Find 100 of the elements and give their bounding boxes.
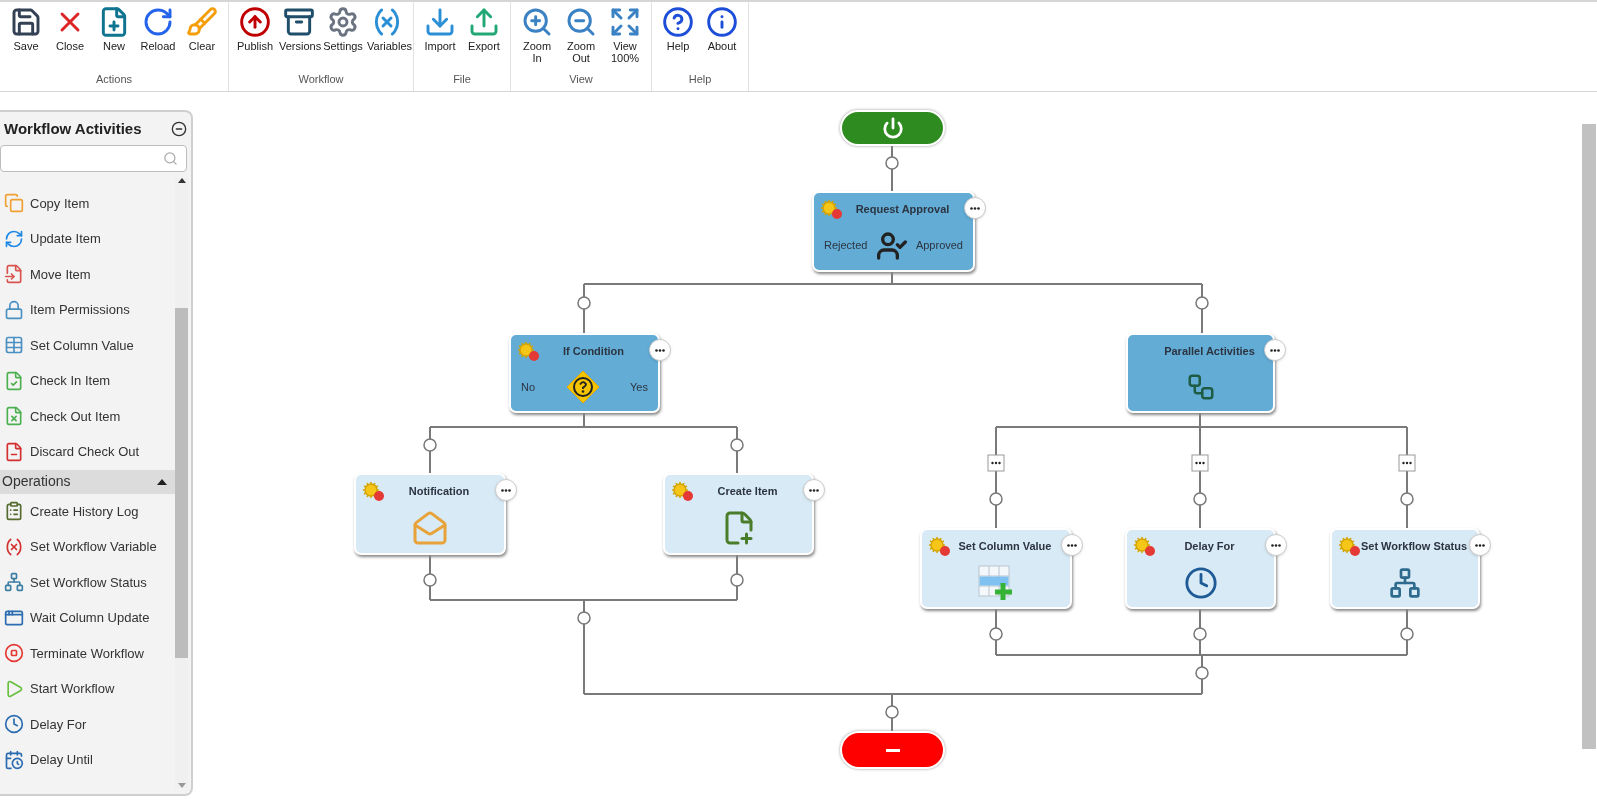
toolbar-button[interactable]: Reload xyxy=(136,6,180,52)
toolbar-button[interactable]: Publish xyxy=(233,6,277,52)
connector-handle[interactable] xyxy=(1400,627,1414,641)
activity-node[interactable]: If Condition No Yes xyxy=(509,333,660,413)
more-button[interactable] xyxy=(495,479,517,501)
connector-handle[interactable] xyxy=(1195,666,1209,680)
more-button[interactable] xyxy=(1264,339,1286,361)
toolbar-button[interactable]: New xyxy=(92,6,136,52)
toolbar-button[interactable]: Settings xyxy=(321,6,365,52)
toolbar-button[interactable]: Close xyxy=(48,6,92,52)
clock-icon xyxy=(4,714,24,735)
toolbar-button[interactable]: Save xyxy=(4,6,48,52)
connector-handle[interactable] xyxy=(885,705,899,719)
canvas-scrollbar[interactable] xyxy=(1582,124,1596,749)
connector-handle[interactable] xyxy=(423,573,437,587)
branch-menu-button[interactable] xyxy=(1398,454,1416,472)
branch-menu-button[interactable] xyxy=(1191,454,1209,472)
activity-node[interactable]: Delay For xyxy=(1125,528,1276,609)
more-icon xyxy=(1067,543,1077,547)
activity-item[interactable]: Set Workflow Status xyxy=(0,564,175,600)
broom-icon xyxy=(186,6,218,38)
envelope-icon xyxy=(412,510,448,546)
more-button[interactable] xyxy=(803,479,825,501)
activity-node[interactable]: Parallel Activities xyxy=(1126,333,1275,413)
connector-handle[interactable] xyxy=(730,438,744,452)
branch-label: Rejected xyxy=(824,238,868,254)
activity-item[interactable]: Update Item xyxy=(0,221,175,257)
help-icon xyxy=(662,6,694,38)
more-button[interactable] xyxy=(1469,534,1491,556)
activity-item[interactable]: Delay For xyxy=(0,706,175,742)
connector-handle[interactable] xyxy=(885,156,899,170)
hierarchy-icon xyxy=(4,572,24,593)
toolbar-button[interactable]: About xyxy=(700,6,744,52)
clock-icon xyxy=(1183,565,1218,600)
node-title: Delay For xyxy=(1183,538,1236,554)
more-button[interactable] xyxy=(1061,534,1083,556)
calendar-icon xyxy=(4,749,24,770)
reload-icon xyxy=(142,6,174,38)
connector-handle[interactable] xyxy=(1193,492,1207,506)
activity-item[interactable]: Check Out Item xyxy=(0,398,175,434)
activity-node[interactable]: Create Item xyxy=(663,473,814,555)
connector-handle[interactable] xyxy=(1195,296,1209,310)
connector-handle[interactable] xyxy=(730,573,744,587)
more-button[interactable] xyxy=(1265,534,1287,556)
activity-item[interactable]: Check In Item xyxy=(0,363,175,399)
section-header[interactable]: Operations xyxy=(0,469,175,494)
toolbar-button[interactable]: View 100% xyxy=(603,6,647,64)
activity-item[interactable]: Create History Log xyxy=(0,493,175,529)
connector-handle[interactable] xyxy=(989,492,1003,506)
activity-item[interactable]: Item Permissions xyxy=(0,292,175,328)
activity-node[interactable]: Set Column Value xyxy=(920,528,1072,609)
zoom-out-icon xyxy=(565,6,597,38)
activity-item[interactable]: Start Workflow xyxy=(0,671,175,707)
activity-item[interactable]: Delay Until xyxy=(0,742,175,778)
start-button[interactable] xyxy=(840,110,945,146)
activity-node[interactable]: Notification xyxy=(354,473,506,555)
toolbar-button[interactable]: Zoom In xyxy=(515,6,559,64)
play-icon xyxy=(4,678,24,699)
activity-item[interactable]: Terminate Workflow xyxy=(0,635,175,671)
activity-item[interactable]: Copy Item xyxy=(0,185,175,221)
toolbar-button[interactable]: Help xyxy=(656,6,700,52)
search-icon xyxy=(163,150,178,166)
table-icon xyxy=(4,335,24,356)
toolbar-button[interactable]: Clear xyxy=(180,6,224,52)
scroll-up-icon[interactable] xyxy=(177,177,186,183)
connector-handle[interactable] xyxy=(577,611,591,625)
connector-line xyxy=(891,145,893,192)
activity-item[interactable]: Wait Column Update xyxy=(0,600,175,636)
end-button[interactable] xyxy=(840,731,945,769)
toolbar-button[interactable]: Zoom Out xyxy=(559,6,603,64)
info-icon xyxy=(706,6,738,38)
more-button[interactable] xyxy=(649,339,671,361)
node-title: Set Column Value xyxy=(957,538,1053,554)
toolbar-button[interactable]: Versions xyxy=(277,6,321,52)
activity-node[interactable]: Request Approval Rejected Approved xyxy=(812,191,975,272)
activity-item[interactable]: Set Workflow Variable xyxy=(0,529,175,565)
group-label: File xyxy=(453,71,471,87)
group-label: Help xyxy=(688,71,712,87)
connector-handle[interactable] xyxy=(1400,492,1414,506)
toolbar-button[interactable]: Import xyxy=(418,6,462,52)
activity-node[interactable]: Set Workflow Status xyxy=(1330,528,1480,609)
connector-handle[interactable] xyxy=(989,627,1003,641)
scroll-down-icon[interactable] xyxy=(177,783,186,788)
collapse-icon[interactable] xyxy=(171,121,187,138)
connector-handle[interactable] xyxy=(1193,627,1207,641)
expand-icon xyxy=(609,6,641,38)
branch-menu-button[interactable] xyxy=(987,454,1005,472)
document-icon xyxy=(4,264,24,285)
document-icon xyxy=(4,441,24,462)
activity-item[interactable]: Discard Check Out xyxy=(0,434,175,470)
connector-handle[interactable] xyxy=(423,438,437,452)
connector-handle[interactable] xyxy=(577,296,591,310)
panel-title: Workflow Activities xyxy=(4,119,142,139)
minus-icon xyxy=(885,748,900,752)
settings-icon xyxy=(327,6,359,38)
search-field[interactable] xyxy=(0,144,187,172)
activity-item[interactable]: Set Column Value xyxy=(0,327,175,363)
hierarchy-icon xyxy=(1389,566,1421,599)
activity-item[interactable]: Move Item xyxy=(0,256,175,292)
toolbar-button[interactable]: Export xyxy=(462,6,506,52)
